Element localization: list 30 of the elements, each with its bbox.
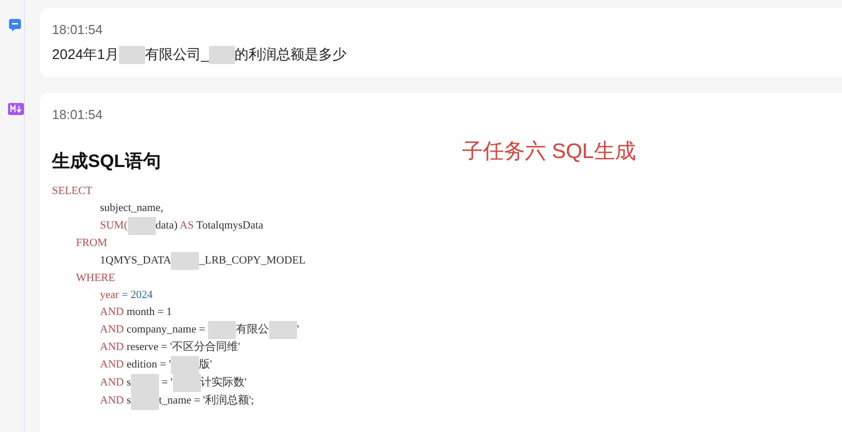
markdown-icon — [8, 102, 24, 114]
code-line: SELECT — [52, 184, 94, 199]
code-line: WHERE — [75, 271, 116, 286]
annotation-text: 子任务六 SQL生成 — [462, 139, 636, 165]
redaction-block — [172, 374, 201, 392]
message-time: 18:01:54 — [52, 106, 104, 124]
redaction-block — [208, 46, 235, 64]
redaction-block — [208, 321, 236, 339]
code-line: AND reserve = '不区分合同维' — [99, 340, 242, 355]
chat-icon — [8, 18, 22, 32]
redaction-block — [170, 356, 199, 374]
code-line: AND company_name = 有限公 ' — [52, 321, 830, 339]
code-line: 1QMYS_DATA _LRB_COPY_MODEL — [52, 252, 830, 270]
redaction-block — [130, 374, 159, 392]
redaction-block — [128, 217, 156, 235]
section-heading: 生成SQL语句 — [52, 150, 162, 173]
code-line: AND s t_name = '利润总额'; — [52, 392, 830, 410]
redaction-block — [118, 46, 145, 64]
code-line: AND month = 1 — [99, 305, 173, 320]
code-line: subject_name, — [99, 201, 164, 216]
redaction-block — [171, 252, 200, 270]
redaction-block — [130, 392, 159, 410]
code-line: AND s = ' 计实际数' — [52, 374, 830, 392]
redaction-block — [268, 321, 297, 339]
code-line: AND edition = ' 版' — [52, 356, 830, 374]
code-line: FROM — [75, 236, 108, 251]
code-line: SUM( data) AS TotalqmysData — [52, 217, 830, 235]
message-time: 18:01:54 — [52, 21, 104, 39]
code-line: year = 2024 — [99, 288, 154, 303]
question-text: 2024年1月 有限公司_ 的利润总额是多少 — [52, 44, 830, 64]
